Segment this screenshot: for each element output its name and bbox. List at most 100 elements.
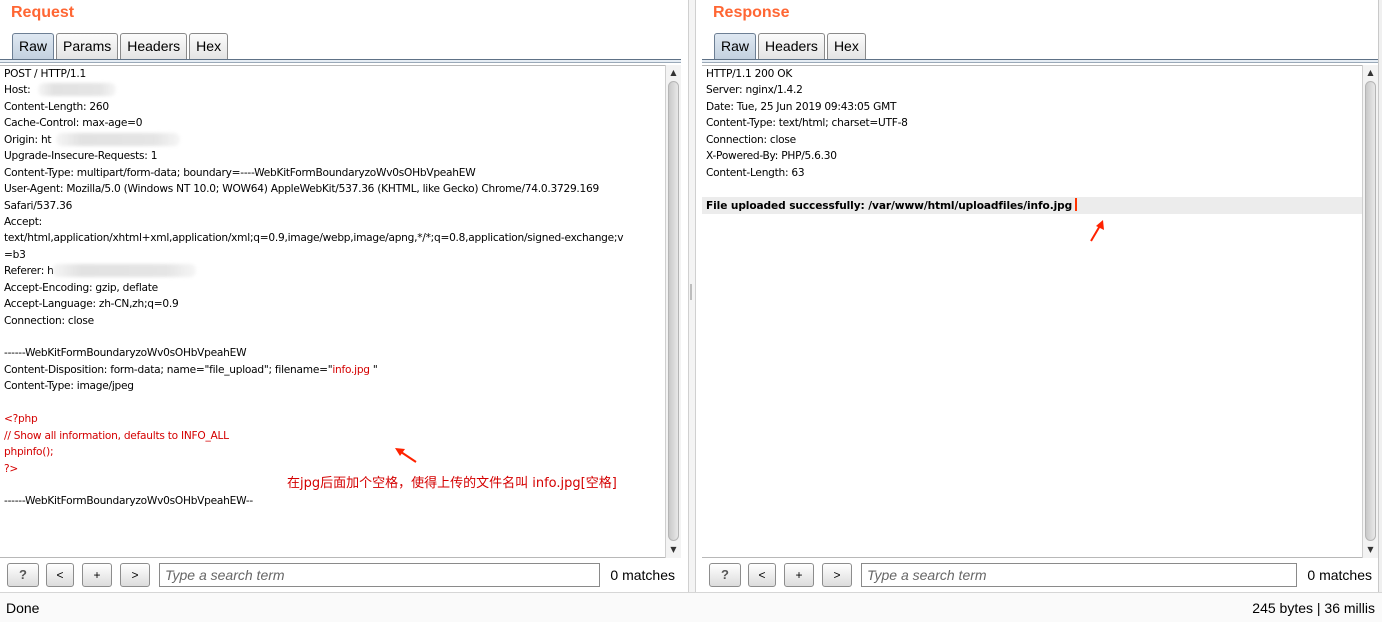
request-scrollbar[interactable]: ▲ ▼ — [665, 65, 681, 558]
request-line-text: Upgrade-Insecure-Requests: 1 — [4, 150, 158, 163]
highlighted-filename: info.jpg — [332, 363, 370, 376]
request-line-text: Connection: close — [4, 314, 94, 327]
response-tab-raw[interactable]: Raw — [714, 33, 757, 59]
request-line — [4, 329, 623, 345]
next-match-button[interactable]: > — [822, 563, 852, 587]
response-match-count: 0 matches — [1307, 567, 1372, 583]
request-line-text: Content-Type: multipart/form-data; bound… — [4, 166, 476, 179]
triangle-up-icon[interactable]: ▲ — [1363, 66, 1378, 80]
request-scroll-thumb[interactable] — [668, 81, 679, 541]
response-tab-hex[interactable]: Hex — [826, 33, 866, 59]
response-line — [706, 181, 1077, 197]
request-line-text: ------WebKitFormBoundaryzoWv0sOHbVpeahEW… — [4, 495, 254, 508]
triangle-up-icon[interactable]: ▲ — [666, 66, 681, 80]
request-line-text: Origin: ht — [4, 133, 52, 146]
request-line: Accept: — [4, 214, 623, 230]
request-line-text: =b3 — [4, 248, 26, 261]
request-line-text: Accept-Encoding: gzip, deflate — [4, 281, 158, 294]
request-tab-params[interactable]: Params — [56, 33, 119, 59]
request-line-text: User-Agent: Mozilla/5.0 (Windows NT 10.0… — [4, 183, 600, 196]
request-editor[interactable]: POST / HTTP/1.1 Host: Content-Length: 260… — [0, 65, 665, 558]
splitter-grip-icon[interactable] — [690, 284, 692, 300]
request-line-text: text/html,application/xhtml+xml,applicat… — [4, 232, 624, 245]
request-line-text: <?php — [4, 413, 38, 426]
response-line: Connection: close — [706, 132, 1077, 148]
request-line: Upgrade-Insecure-Requests: 1 — [4, 148, 623, 164]
response-line: Date: Tue, 25 Jun 2019 09:43:05 GMT — [706, 99, 1077, 115]
response-line-text: File uploaded successfully: /var/www/htm… — [706, 199, 1073, 212]
redacted-host — [38, 83, 116, 96]
request-line: ------WebKitFormBoundaryzoWv0sOHbVpeahEW… — [4, 493, 623, 509]
request-line-text: Safari/537.36 — [4, 199, 73, 212]
request-tab-hex[interactable]: Hex — [189, 33, 229, 59]
request-line-text: Accept: — [4, 215, 42, 228]
request-line-text: Accept-Language: zh-CN,zh;q=0.9 — [4, 298, 179, 311]
request-line-text: ?> — [4, 462, 18, 475]
add-match-button[interactable]: + — [82, 563, 112, 587]
request-search-input[interactable] — [159, 563, 600, 587]
window-edge — [1378, 0, 1382, 592]
request-line: Content-Length: 260 — [4, 99, 623, 115]
response-raw-text[interactable]: HTTP/1.1 200 OK Server: nginx/1.4.2 Date: … — [706, 66, 1078, 214]
response-line-text: Content-Length: 63 — [706, 166, 805, 179]
request-line: Content-Type: multipart/form-data; bound… — [4, 165, 623, 181]
response-line-text: HTTP/1.1 200 OK — [706, 68, 793, 80]
help-button[interactable]: ? — [709, 563, 741, 587]
request-line-text: Cache-Control: max-age=0 — [4, 117, 143, 130]
redacted-referer — [52, 264, 196, 277]
request-tabs: Raw Params Headers Hex — [12, 33, 230, 59]
text-caret — [1075, 197, 1078, 211]
request-line-text: Content-Disposition: form-data; name="fi… — [4, 363, 333, 376]
request-line: Accept-Language: zh-CN,zh;q=0.9 — [4, 296, 623, 312]
request-line-text: ------WebKitFormBoundaryzoWv0sOHbVpeahEW — [4, 347, 247, 360]
request-line: ------WebKitFormBoundaryzoWv0sOHbVpeahEW — [4, 345, 623, 361]
triangle-down-icon[interactable]: ▼ — [666, 543, 681, 557]
add-match-button[interactable]: + — [784, 563, 814, 587]
request-line: Connection: close — [4, 313, 623, 329]
request-line: =b3 — [4, 247, 623, 263]
request-line: Accept-Encoding: gzip, deflate — [4, 280, 623, 296]
status-bar: Done 245 bytes | 36 millis — [0, 592, 1382, 622]
response-title: Response — [713, 4, 790, 21]
response-line-text: Connection: close — [706, 133, 796, 146]
response-scroll-thumb[interactable] — [1365, 81, 1376, 541]
response-stats: 245 bytes | 36 millis — [1252, 600, 1375, 616]
request-line: // Show all information, defaults to INF… — [4, 428, 623, 444]
response-line: Content-Type: text/html; charset=UTF-8 — [706, 115, 1077, 131]
response-line: HTTP/1.1 200 OK — [706, 66, 1077, 82]
request-line: Safari/537.36 — [4, 198, 623, 214]
request-line: Content-Disposition: form-data; name="fi… — [4, 362, 623, 378]
request-tab-underline — [0, 59, 681, 63]
request-line: Content-Type: image/jpeg — [4, 378, 623, 394]
request-line-text: Content-Type: image/jpeg — [4, 380, 134, 393]
help-button[interactable]: ? — [7, 563, 39, 587]
red-arrow-icon — [1090, 220, 1104, 242]
previous-match-button[interactable]: < — [748, 563, 776, 587]
triangle-down-icon[interactable]: ▼ — [1363, 543, 1378, 557]
request-tab-headers[interactable]: Headers — [120, 33, 188, 59]
response-editor[interactable]: HTTP/1.1 200 OK Server: nginx/1.4.2 Date: … — [702, 65, 1362, 558]
request-line — [4, 395, 623, 411]
response-scrollbar[interactable]: ▲ ▼ — [1362, 65, 1378, 558]
request-line-text: Host: — [4, 84, 34, 97]
request-line-text: Content-Length: 260 — [4, 100, 109, 113]
annotation-note: 在jpg后面加个空格，使得上传的文件名叫 info.jpg[空格] — [287, 476, 617, 491]
response-tab-headers[interactable]: Headers — [758, 33, 825, 59]
request-line-text: Referer: h — [4, 265, 54, 278]
status-text: Done — [6, 600, 40, 616]
response-search-bar: ? < + > 0 matches — [702, 561, 1378, 589]
previous-match-button[interactable]: < — [46, 563, 74, 587]
request-line-text: // Show all information, defaults to INF… — [4, 429, 229, 442]
request-line-text: phpinfo(); — [4, 446, 54, 459]
response-line-text: X-Powered-By: PHP/5.6.30 — [706, 150, 837, 163]
response-search-input[interactable] — [861, 563, 1297, 587]
response-line-text: Server: nginx/1.4.2 — [706, 84, 803, 97]
request-tab-raw[interactable]: Raw — [12, 33, 55, 59]
response-line: File uploaded successfully: /var/www/htm… — [706, 197, 1078, 214]
response-line: X-Powered-By: PHP/5.6.30 — [706, 148, 1077, 164]
request-line: <?php — [4, 411, 623, 427]
request-line-suffix: " — [369, 363, 378, 376]
next-match-button[interactable]: > — [120, 563, 150, 587]
request-title: Request — [11, 4, 75, 21]
request-search-bar: ? < + > 0 matches — [0, 561, 681, 589]
